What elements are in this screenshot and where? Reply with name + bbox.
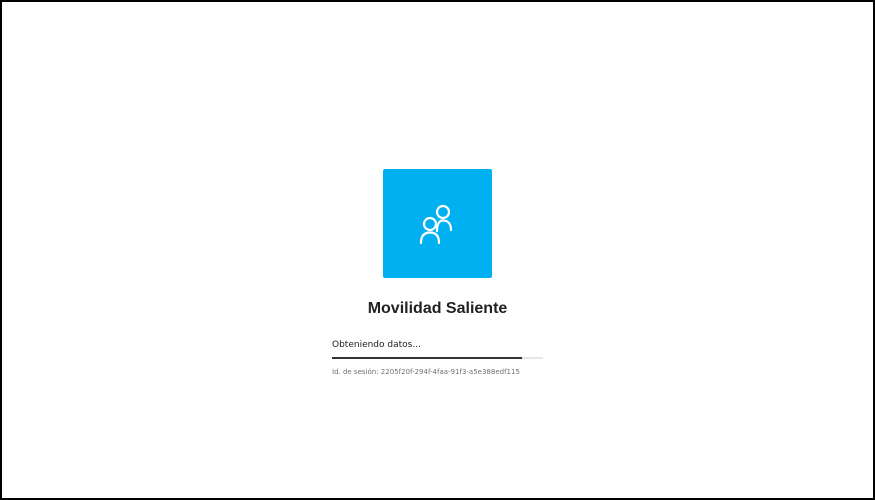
loading-progress-bar xyxy=(332,357,543,359)
people-icon xyxy=(419,204,452,244)
app-frame: Movilidad Saliente Obteniendo datos... I… xyxy=(0,0,875,500)
app-title: Movilidad Saliente xyxy=(367,300,508,317)
session-id-value: 2205f20f-294f-4faa-91f3-a5e388edf115 xyxy=(380,368,520,376)
session-id-line: Id. de sesión: 2205f20f-294f-4faa-91f3-a… xyxy=(332,367,520,378)
session-id-label: Id. de sesión: xyxy=(332,368,379,376)
app-tile xyxy=(383,169,492,278)
loading-progress-fill xyxy=(332,357,522,359)
loading-status-text: Obteniendo datos... xyxy=(332,340,421,350)
